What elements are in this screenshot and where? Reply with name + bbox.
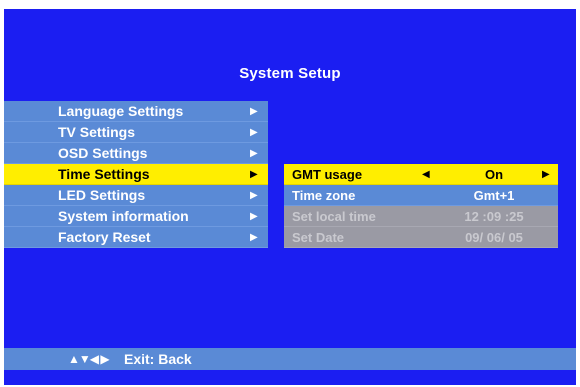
time-settings-panel: GMT usage ◀ On ▶ Time zone Gmt+1 Set loc… (284, 164, 558, 248)
time-zone-value[interactable]: Gmt+1 (434, 185, 554, 206)
gmt-usage-row[interactable]: GMT usage ◀ On ▶ (284, 164, 558, 185)
arrow-right-icon: ▶ (250, 211, 258, 222)
tv-screen: System Setup Language Settings ▶ TV Sett… (4, 9, 576, 385)
gmt-usage-label: GMT usage (292, 167, 363, 182)
menu-item-label: Time Settings (58, 166, 150, 182)
time-zone-row[interactable]: Time zone Gmt+1 (284, 185, 558, 206)
arrow-right-icon: ▶ (250, 148, 258, 159)
menu-item-label: Language Settings (58, 103, 184, 119)
menu-item-label: TV Settings (58, 124, 136, 140)
arrow-right-icon[interactable]: ▶ (542, 164, 550, 185)
menu-item-time-settings[interactable]: Time Settings ▶ (4, 164, 268, 185)
menu-item-label: OSD Settings (58, 145, 148, 161)
menu-item-system-information[interactable]: System information ▶ (4, 206, 268, 227)
menu-item-led-settings[interactable]: LED Settings ▶ (4, 185, 268, 206)
time-zone-label: Time zone (292, 188, 356, 203)
menu-item-language-settings[interactable]: Language Settings ▶ (4, 101, 268, 122)
set-local-time-label: Set local time (292, 209, 376, 224)
arrow-right-icon: ▶ (250, 232, 258, 243)
menu-item-tv-settings[interactable]: TV Settings ▶ (4, 122, 268, 143)
exit-back-hint: Exit: Back (124, 351, 192, 367)
arrow-right-icon: ▶ (250, 190, 258, 201)
menu-item-label: Factory Reset (58, 229, 151, 245)
menu-item-factory-reset[interactable]: Factory Reset ▶ (4, 227, 268, 248)
navigation-arrows-icon: ▲▼◀ ▶ (68, 352, 110, 366)
page-title: System Setup (239, 65, 341, 82)
menu-item-label: LED Settings (58, 187, 146, 203)
arrow-right-icon: ▶ (250, 169, 258, 180)
set-date-row: Set Date 09/ 06/ 05 (284, 227, 558, 248)
set-date-label: Set Date (292, 230, 345, 245)
arrow-left-icon[interactable]: ◀ (422, 164, 430, 185)
settings-menu: Language Settings ▶ TV Settings ▶ OSD Se… (4, 101, 268, 248)
help-bar: ▲▼◀ ▶ Exit: Back (4, 348, 576, 370)
menu-item-osd-settings[interactable]: OSD Settings ▶ (4, 143, 268, 164)
menu-item-label: System information (58, 208, 189, 224)
gmt-usage-value[interactable]: On (434, 164, 554, 185)
set-local-time-value: 12 :09 :25 (464, 209, 524, 224)
set-local-time-row: Set local time 12 :09 :25 (284, 206, 558, 227)
set-date-value: 09/ 06/ 05 (465, 230, 523, 245)
arrow-right-icon: ▶ (250, 106, 258, 117)
arrow-right-icon: ▶ (250, 127, 258, 138)
